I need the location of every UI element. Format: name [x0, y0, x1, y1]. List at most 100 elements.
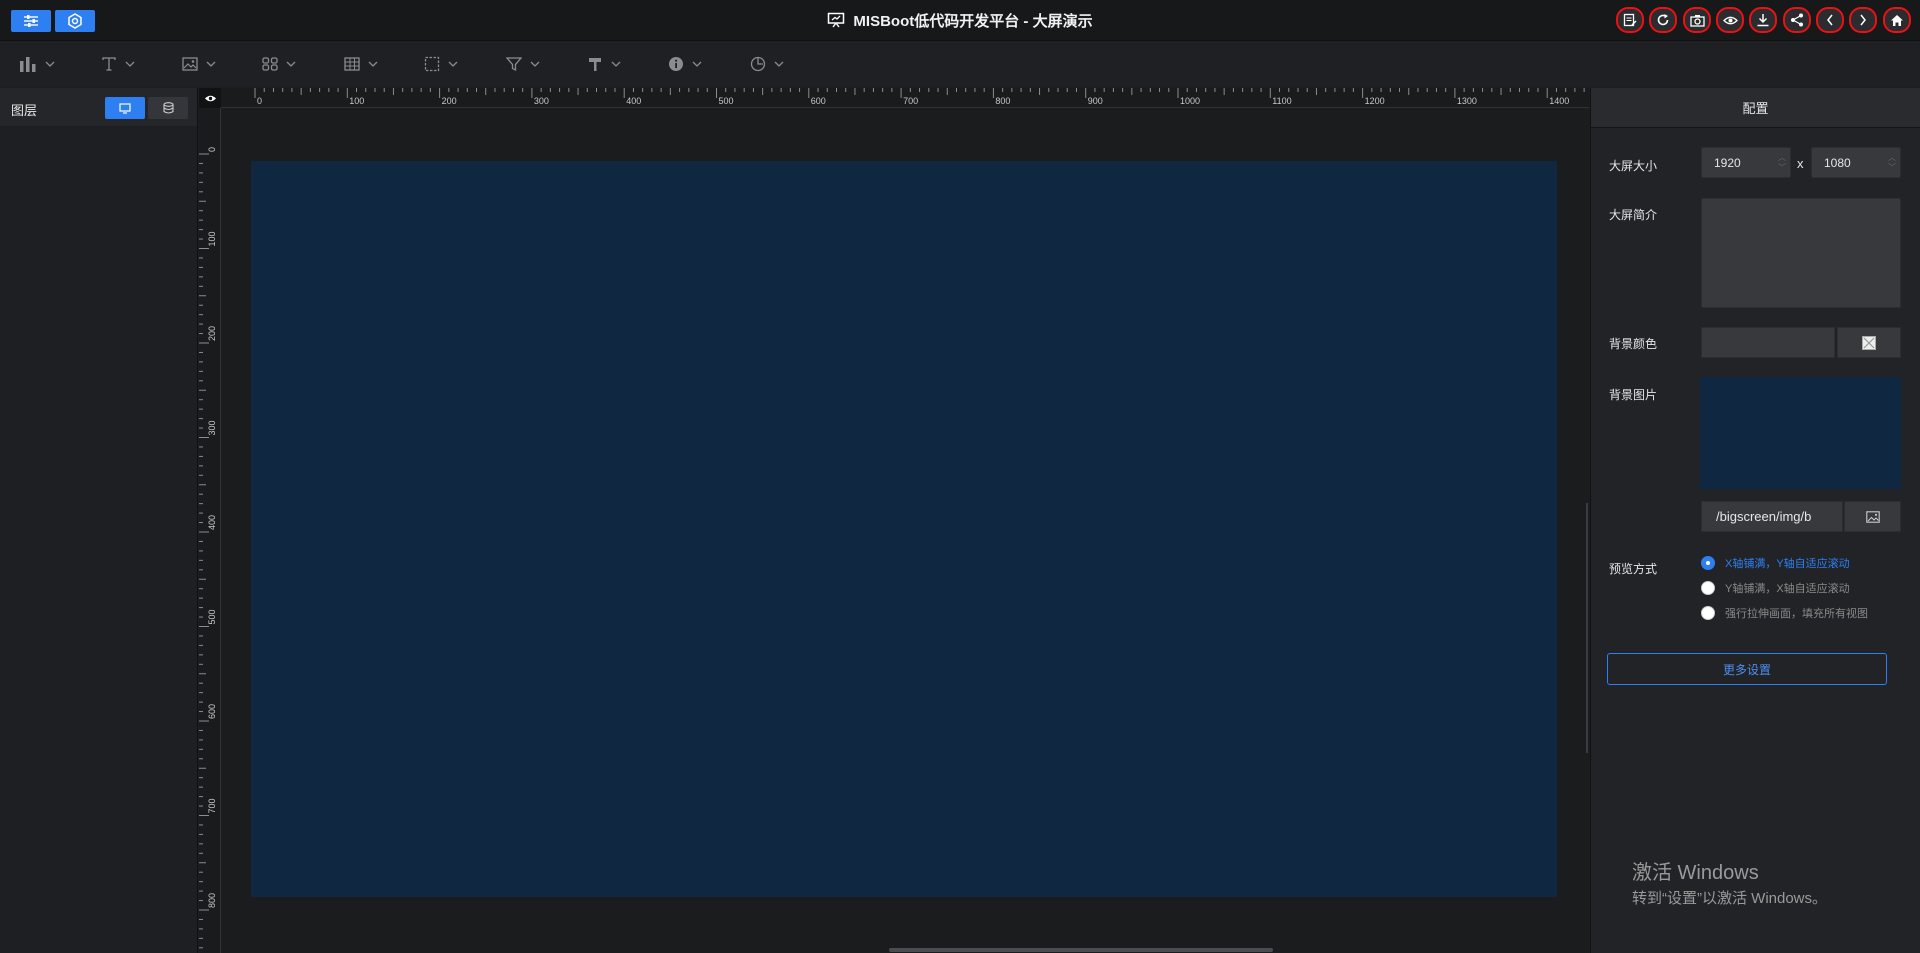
ruler-label: 500 [719, 96, 734, 106]
choose-image-button[interactable] [1844, 501, 1901, 532]
layer-panel-header: 图层 [0, 88, 197, 126]
page-title-text: MISBoot低代码开发平台 - 大屏演示 [853, 12, 1093, 30]
image-icon [182, 57, 198, 71]
config-title: 配置 [1591, 88, 1920, 128]
filter-icon [506, 57, 522, 72]
ruler-label: 400 [626, 96, 641, 106]
watermark-line-2: 转到“设置”以激活 Windows。 [1632, 890, 1828, 907]
horizontal-ruler: 0 100 200 300 400 500 600 700 800 900 1000 1100 1200… [221, 88, 1589, 108]
size-separator: x [1797, 156, 1804, 171]
screen-height-input[interactable]: 1080 ︿ ﹀ [1811, 147, 1901, 178]
previous-button[interactable] [1816, 7, 1844, 33]
ruler-label: 600 [811, 96, 826, 106]
chevron-down-icon [286, 61, 296, 67]
chevron-down-icon [206, 61, 216, 67]
ruler-label: 400 [207, 515, 217, 530]
preview-mode-label: 预览方式 [1609, 562, 1658, 576]
radio-dot [1701, 556, 1715, 570]
vertical-scrollbar[interactable] [1586, 503, 1588, 753]
ruler-label: 200 [207, 326, 217, 341]
refresh-button[interactable] [1649, 7, 1677, 33]
widget-tool[interactable] [262, 54, 296, 74]
width-stepper[interactable]: ︿ ﹀ [1774, 148, 1790, 177]
filter-tool[interactable] [506, 54, 540, 74]
ruler-label: 500 [207, 609, 217, 624]
eye-icon [1722, 16, 1738, 24]
monitor-icon [119, 102, 131, 114]
time-tool[interactable] [750, 54, 784, 74]
table-icon [344, 57, 360, 71]
color-picker-button[interactable] [1837, 327, 1901, 358]
presentation-icon [827, 12, 845, 28]
bg-color-input[interactable] [1701, 327, 1835, 358]
app-header: MISBoot低代码开发平台 - 大屏演示 [0, 0, 1920, 40]
preview-option-label: 强行拉伸画面，填充所有视图 [1725, 608, 1868, 620]
screen-intro-label: 大屏简介 [1609, 208, 1658, 222]
bar-chart-icon [20, 57, 36, 72]
camera-icon [1689, 14, 1705, 27]
image-icon [1865, 510, 1880, 523]
grid-icon [262, 57, 278, 71]
data-layer-tab[interactable] [148, 97, 188, 119]
chevron-down-icon [125, 61, 135, 67]
ruler-label: 700 [207, 798, 217, 813]
border-tool[interactable] [424, 54, 458, 74]
chevron-down-icon [45, 61, 55, 67]
chevron-right-icon [1860, 14, 1866, 26]
ruler-label: 1100 [1272, 96, 1291, 106]
text-tool[interactable] [101, 54, 135, 74]
table-tool[interactable] [344, 54, 378, 74]
ruler-label: 300 [207, 420, 217, 435]
preview-option-stretch[interactable]: 强行拉伸画面，填充所有视图 [1701, 605, 1868, 621]
screen-layer-tab[interactable] [105, 97, 145, 119]
edit-button[interactable] [1616, 7, 1644, 33]
horizontal-scrollbar[interactable] [889, 948, 1273, 952]
ruler-label: 600 [207, 704, 217, 719]
screen-canvas[interactable] [251, 161, 1557, 897]
chevron-down-icon [774, 61, 784, 67]
ruler-label: 0 [207, 147, 217, 152]
next-button[interactable] [1849, 7, 1877, 33]
download-button[interactable] [1749, 7, 1777, 33]
ruler-label: 800 [995, 96, 1010, 106]
preview-option-y-fill[interactable]: Y轴铺满，X轴自适应滚动 [1701, 580, 1850, 596]
chevron-down-icon [368, 61, 378, 67]
chart-tool[interactable] [19, 54, 55, 74]
ruler-label: 800 [207, 893, 217, 908]
ruler-label: 100 [349, 96, 364, 106]
canvas-area: 0 100 200 300 400 500 600 700 800 900 1000 1100 1200… [199, 88, 1589, 953]
screen-size-label: 大屏大小 [1609, 159, 1658, 173]
chevron-down-icon [530, 61, 540, 67]
layer-title: 图层 [11, 103, 38, 118]
screen-width-input[interactable]: 1920 ︿ ﹀ [1701, 147, 1791, 178]
height-stepper[interactable]: ︿ ﹀ [1884, 148, 1900, 177]
share-icon [1791, 13, 1803, 27]
select-box-icon [424, 56, 440, 72]
ruler-label: 0 [257, 96, 262, 106]
ruler-visibility-toggle[interactable] [199, 88, 221, 108]
tools-tool[interactable] [587, 54, 621, 74]
windows-activation-watermark: 激活 Windows 转到“设置”以激活 Windows。 [1632, 856, 1827, 908]
radio-dot [1701, 581, 1715, 595]
database-icon [162, 102, 174, 114]
preview-option-label: X轴铺满，Y轴自适应滚动 [1725, 558, 1850, 570]
watermark-line-1: 激活 Windows [1632, 862, 1759, 884]
hammer-icon [589, 58, 601, 71]
bg-image-path-input[interactable]: /bigscreen/img/b [1701, 501, 1843, 532]
ruler-label: 1000 [1180, 96, 1200, 106]
screen-intro-textarea[interactable] [1701, 198, 1901, 308]
preview-option-x-fill[interactable]: X轴铺满，Y轴自适应滚动 [1701, 555, 1850, 571]
screenshot-button[interactable] [1683, 7, 1711, 33]
radio-dot [1701, 606, 1715, 620]
bg-image-label: 背景图片 [1609, 388, 1658, 402]
info-tool[interactable] [668, 54, 702, 74]
share-button[interactable] [1783, 7, 1811, 33]
ruler-label: 200 [442, 96, 457, 106]
home-button[interactable] [1883, 7, 1911, 33]
image-tool[interactable] [182, 54, 216, 74]
preview-button[interactable] [1716, 7, 1744, 33]
eye-icon [204, 95, 216, 101]
bg-image-preview[interactable] [1700, 377, 1901, 489]
more-settings-button[interactable]: 更多设置 [1607, 653, 1887, 685]
ruler-label: 900 [1088, 96, 1103, 106]
